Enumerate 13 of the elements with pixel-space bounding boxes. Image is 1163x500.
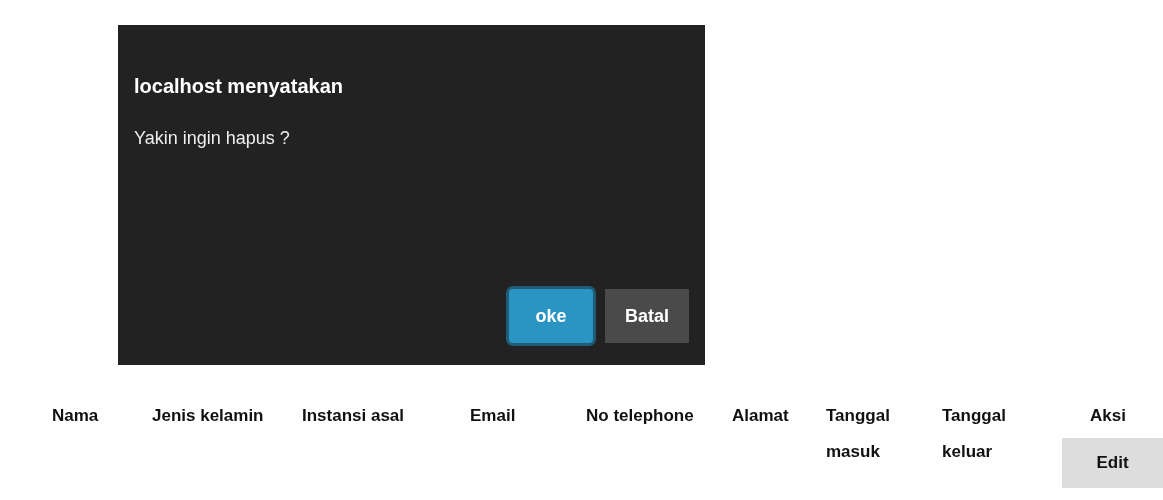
column-header: Jenis kelamin [152, 405, 264, 427]
column-header: Tanggal masuk [826, 405, 891, 463]
dialog-title: localhost menyatakan [134, 75, 344, 98]
cancel-button[interactable]: Batal [605, 289, 689, 343]
edit-button[interactable]: Edit [1062, 438, 1163, 488]
dialog-message: Yakin ingin hapus ? [134, 128, 291, 150]
column-header: No telephone [586, 405, 694, 427]
column-header: Alamat [732, 405, 789, 427]
column-header: Tanggal keluar [942, 405, 1007, 463]
column-header: Nama [52, 405, 99, 427]
column-header: Email [470, 405, 516, 427]
column-header: Instansi asal [302, 405, 405, 427]
column-header: Aksi [1089, 405, 1127, 427]
